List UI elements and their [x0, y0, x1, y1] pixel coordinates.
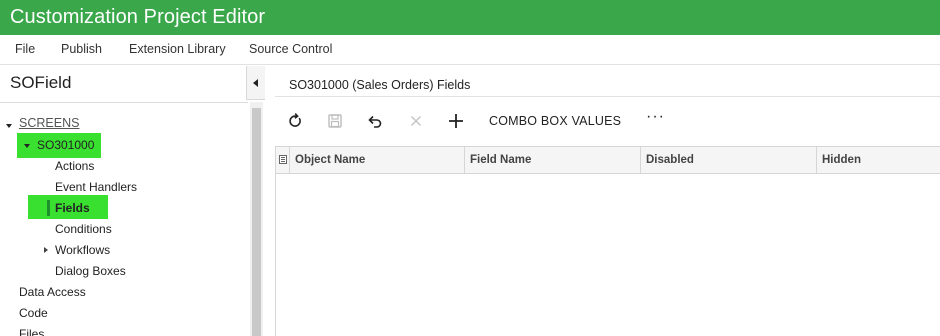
- divider: [0, 102, 248, 103]
- menu-file[interactable]: File: [15, 42, 35, 56]
- tree-item-so301000[interactable]: SO301000: [37, 138, 94, 152]
- tree-item-dialog-boxes[interactable]: Dialog Boxes: [55, 264, 126, 278]
- panel-title: SO301000 (Sales Orders) Fields: [289, 78, 471, 92]
- column-header-disabled[interactable]: Disabled: [641, 147, 817, 173]
- column-label: Hidden: [822, 154, 861, 166]
- refresh-button[interactable]: [284, 110, 306, 132]
- expand-icon[interactable]: [44, 247, 48, 253]
- column-label: Field Name: [470, 154, 532, 166]
- save-icon: [328, 114, 342, 128]
- expand-icon[interactable]: [6, 124, 12, 128]
- column-chooser-icon[interactable]: [279, 155, 287, 164]
- tree-item-screens[interactable]: SCREENS: [19, 116, 79, 130]
- column-header-field-name[interactable]: Field Name: [465, 147, 641, 173]
- grid-header: Object Name Field Name Disabled Hidden: [276, 147, 940, 174]
- combo-box-values-button[interactable]: COMBO BOX VALUES: [489, 114, 621, 128]
- tree-item-actions[interactable]: Actions: [55, 159, 94, 173]
- app-title: Customization Project Editor: [10, 6, 266, 28]
- scrollbar-thumb[interactable]: [252, 108, 261, 336]
- tree-item-code[interactable]: Code: [19, 306, 48, 320]
- title-bar: Customization Project Editor: [0, 0, 940, 35]
- more-options-button[interactable]: ···: [646, 108, 665, 126]
- save-button[interactable]: [324, 110, 346, 132]
- tree-item-conditions[interactable]: Conditions: [55, 222, 112, 236]
- column-header-object-name[interactable]: Object Name: [290, 147, 465, 173]
- chevron-left-icon: [253, 79, 258, 87]
- undo-icon: [368, 115, 382, 128]
- refresh-icon: [289, 113, 301, 127]
- fields-grid: Object Name Field Name Disabled Hidden: [275, 146, 940, 336]
- delete-button[interactable]: [405, 110, 427, 132]
- fields-panel: SO301000 (Sales Orders) Fields COMBO BOX…: [275, 66, 940, 336]
- selection-indicator: [47, 200, 50, 216]
- tree-item-files[interactable]: Files: [19, 327, 44, 336]
- plus-icon: [449, 114, 463, 128]
- menu-source-control[interactable]: Source Control: [249, 42, 332, 56]
- navigation-panel: SOField SCREENS SO301000 Actions Event H…: [0, 66, 265, 336]
- vertical-scrollbar[interactable]: [250, 102, 263, 336]
- tree-item-data-access[interactable]: Data Access: [19, 285, 86, 299]
- column-header-hidden[interactable]: Hidden: [817, 147, 940, 173]
- tree-item-fields[interactable]: Fields: [55, 201, 90, 215]
- menu-extension-library[interactable]: Extension Library: [129, 42, 226, 56]
- collapse-panel-button[interactable]: [246, 66, 265, 100]
- divider: [275, 96, 940, 97]
- project-name: SOField: [10, 73, 72, 92]
- undo-button[interactable]: [364, 110, 386, 132]
- close-icon: [411, 116, 421, 126]
- menu-publish[interactable]: Publish: [61, 42, 102, 56]
- add-button[interactable]: [445, 110, 467, 132]
- menu-bar: File Publish Extension Library Source Co…: [0, 35, 940, 65]
- expand-icon[interactable]: [24, 144, 30, 148]
- tree-item-workflows[interactable]: Workflows: [55, 243, 110, 257]
- column-label: Object Name: [295, 154, 366, 166]
- column-label: Disabled: [646, 154, 694, 166]
- tree-item-event-handlers[interactable]: Event Handlers: [55, 180, 137, 194]
- row-selector-column[interactable]: [276, 147, 290, 173]
